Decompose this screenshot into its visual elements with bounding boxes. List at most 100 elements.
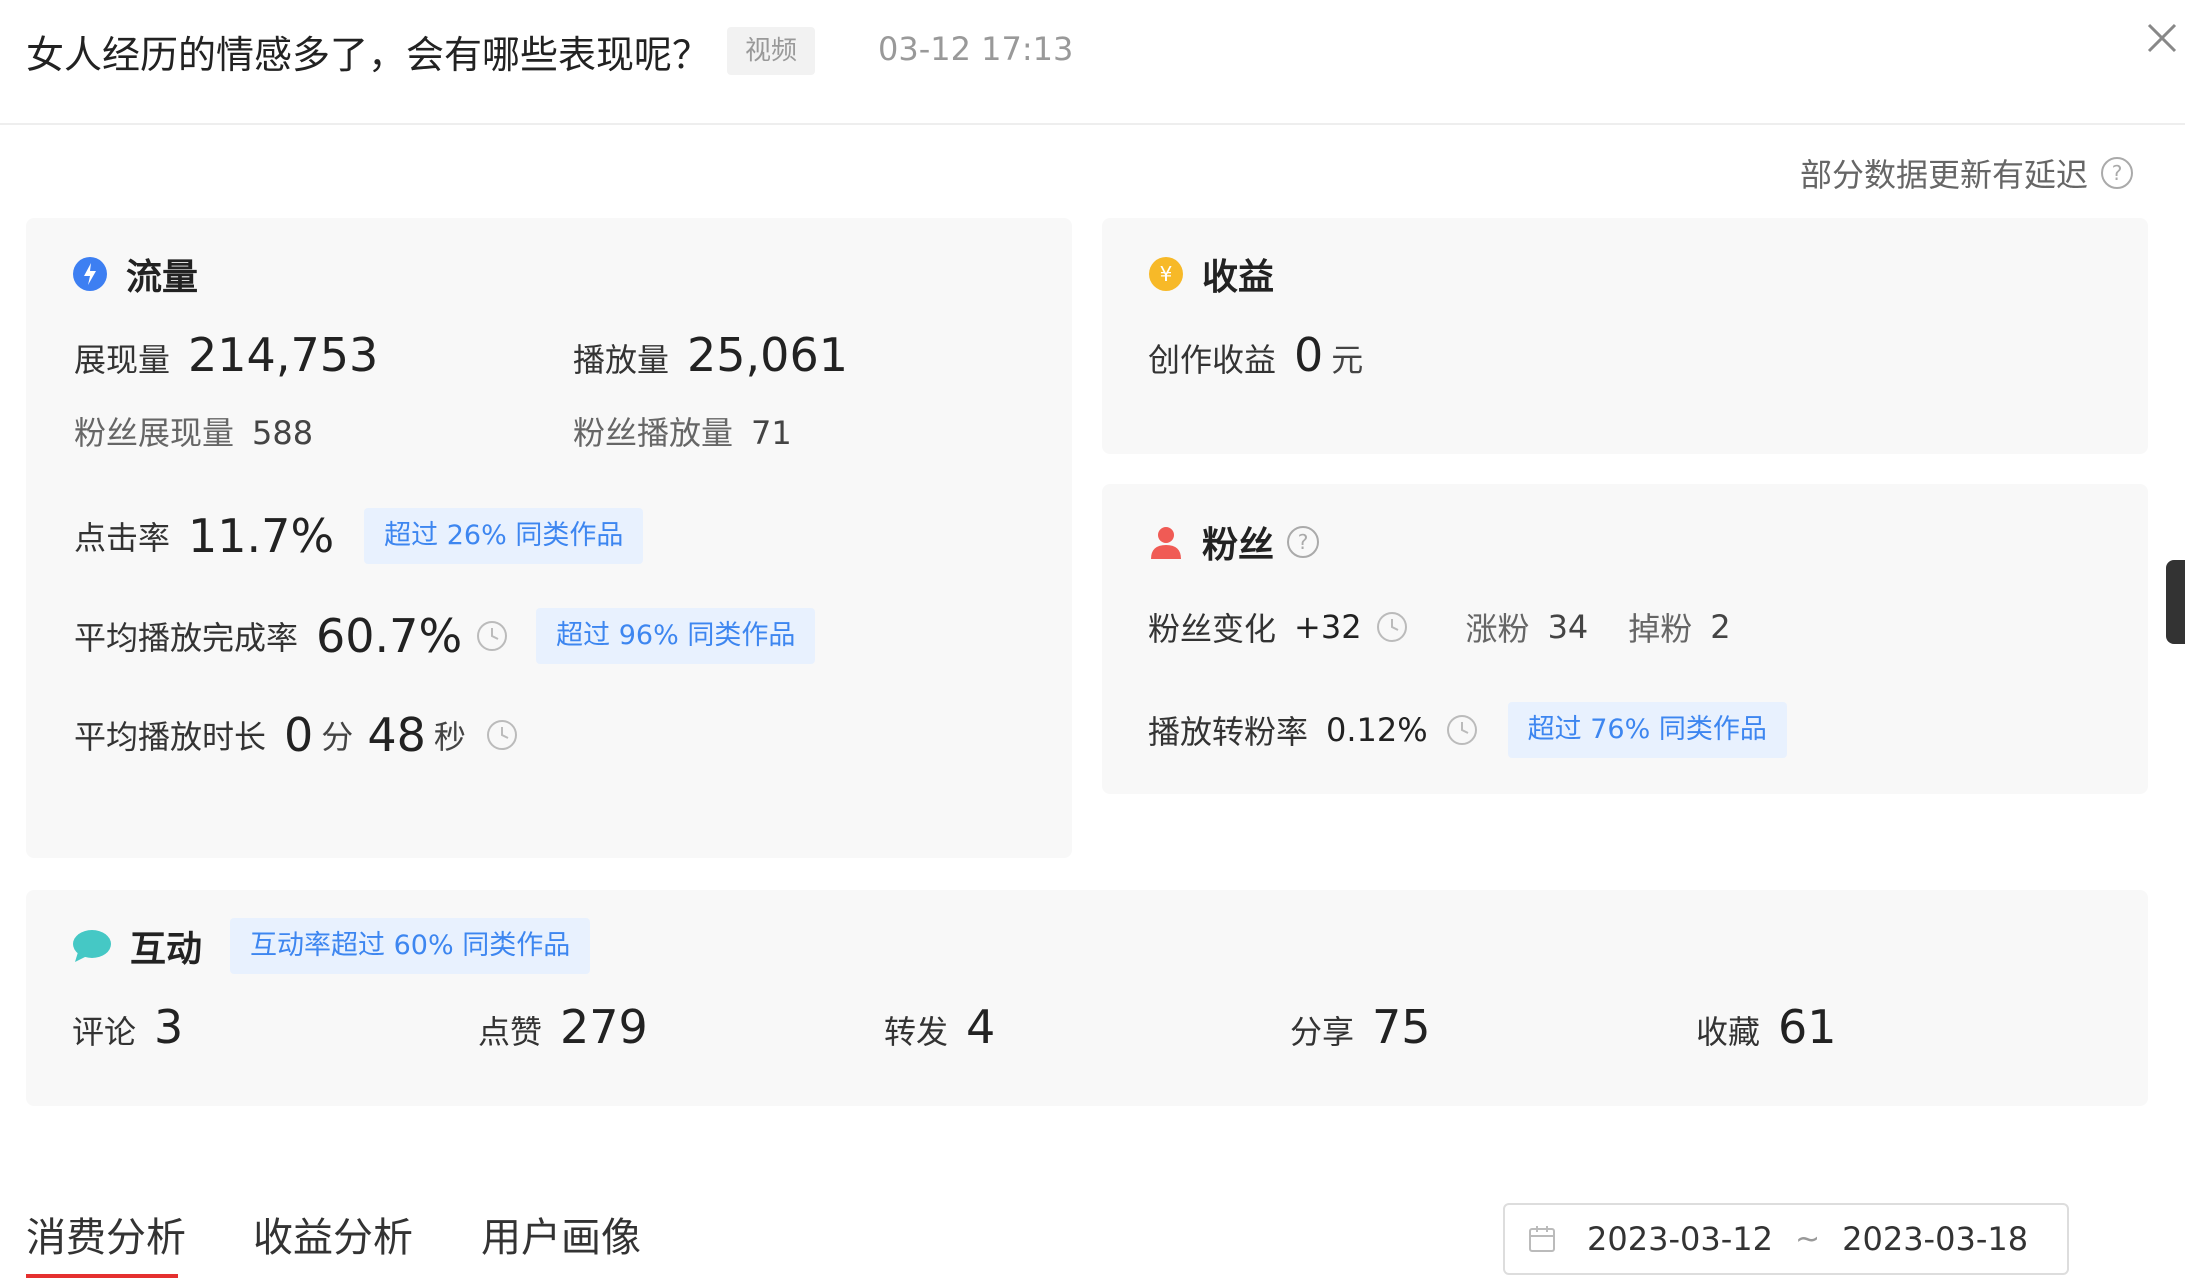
duration-minutes-unit: 分: [321, 718, 354, 756]
publish-datetime: 03-12 17:13: [878, 30, 1074, 68]
svg-text:?: ?: [2112, 161, 2123, 185]
completion-label: 平均播放完成率: [74, 619, 299, 657]
favorites-label: 收藏: [1696, 1013, 1761, 1051]
fans-gain-value: 34: [1547, 608, 1589, 646]
coin-icon: ¥: [1148, 256, 1184, 292]
conversion-label: 播放转粉率: [1148, 713, 1309, 751]
duration-metric: 平均播放时长 0 分 48 秒: [74, 708, 518, 762]
fans-card-title: 粉丝 ?: [1148, 516, 1320, 568]
fans-card: 粉丝 ? 粉丝变化 +32 涨粉 34 掉粉 2 播放转粉率 0.12% 超过 …: [1102, 484, 2148, 794]
user-icon: [1148, 524, 1184, 560]
svg-text:?: ?: [1298, 530, 1309, 554]
interaction-item-likes: 点赞 279: [478, 1000, 648, 1054]
ctr-value: 11.7%: [188, 509, 335, 563]
help-icon[interactable]: ?: [1286, 525, 1320, 559]
tab-income-analysis[interactable]: 收益分析: [253, 1205, 413, 1263]
fan-plays-value: 71: [751, 414, 792, 452]
creation-income-label: 创作收益: [1148, 341, 1277, 379]
comments-value: 3: [154, 1000, 184, 1054]
content-type-tag: 视频: [727, 27, 816, 75]
favorites-value: 61: [1778, 1000, 1837, 1054]
duration-minutes: 0: [284, 708, 314, 762]
side-floating-handle[interactable]: [2166, 560, 2185, 644]
likes-label: 点赞: [478, 1013, 543, 1051]
drop-icon: [72, 256, 108, 292]
fans-title: 粉丝: [1202, 525, 1275, 566]
svg-text:¥: ¥: [1160, 262, 1173, 286]
tab-label: 收益分析: [253, 1215, 413, 1261]
history-clock-icon[interactable]: [1376, 611, 1408, 643]
date-range-picker[interactable]: 2023-03-12 ~ 2023-03-18: [1503, 1203, 2069, 1275]
history-clock-icon[interactable]: [1446, 714, 1478, 746]
shares-value: 75: [1372, 1000, 1431, 1054]
fans-change-row: 粉丝变化 +32 涨粉 34 掉粉 2: [1148, 604, 1731, 650]
shares-label: 分享: [1290, 1013, 1355, 1051]
interaction-card: 互动 互动率超过 60% 同类作品 评论 3 点赞 279 转发 4 分享 75…: [26, 890, 2148, 1106]
active-tab-indicator: [26, 1274, 178, 1278]
history-clock-icon[interactable]: [486, 719, 518, 751]
impressions-metric: 展现量 214,753: [74, 328, 378, 382]
interaction-item-comments: 评论 3: [72, 1000, 183, 1054]
data-delay-notice: 部分数据更新有延迟 ?: [1800, 150, 2134, 196]
date-separator: ~: [1794, 1221, 1821, 1257]
fan-impressions-metric: 粉丝展现量 588: [74, 408, 313, 454]
fans-change-value: +32: [1294, 608, 1362, 646]
completion-value: 60.7%: [316, 609, 463, 663]
conversion-badge: 超过 76% 同类作品: [1507, 702, 1787, 758]
close-icon[interactable]: [2144, 20, 2180, 56]
duration-label: 平均播放时长: [74, 718, 267, 756]
ctr-badge: 超过 26% 同类作品: [364, 508, 644, 564]
duration-seconds-unit: 秒: [433, 718, 466, 756]
interaction-item-reposts: 转发 4: [884, 1000, 995, 1054]
date-end[interactable]: 2023-03-18: [1842, 1220, 2028, 1258]
tab-user-profile[interactable]: 用户画像: [481, 1205, 641, 1263]
creation-income-unit: 元: [1331, 341, 1364, 379]
ctr-metric: 点击率 11.7% 超过 26% 同类作品: [74, 508, 644, 564]
fan-impressions-value: 588: [252, 414, 314, 452]
history-clock-icon[interactable]: [476, 620, 508, 652]
data-delay-text: 部分数据更新有延迟: [1800, 156, 2089, 194]
video-title: 女人经历的情感多了，会有哪些表现呢？: [26, 33, 711, 77]
reposts-value: 4: [966, 1000, 996, 1054]
fan-plays-metric: 粉丝播放量 71: [573, 408, 792, 454]
reposts-label: 转发: [884, 1013, 949, 1051]
chat-bubble-icon: [72, 928, 112, 964]
plays-metric: 播放量 25,061: [573, 328, 848, 382]
likes-value: 279: [560, 1000, 648, 1054]
tab-label: 用户画像: [481, 1215, 641, 1261]
fan-plays-label: 粉丝播放量: [573, 414, 734, 452]
income-card: ¥ 收益 创作收益 0 元: [1102, 218, 2148, 454]
fan-impressions-label: 粉丝展现量: [74, 414, 235, 452]
income-title: 收益: [1202, 257, 1275, 298]
date-start[interactable]: 2023-03-12: [1587, 1220, 1773, 1258]
creation-income-metric: 创作收益 0 元: [1148, 328, 1363, 382]
ctr-label: 点击率: [74, 519, 171, 557]
comments-label: 评论: [72, 1013, 137, 1051]
fans-gain-label: 涨粉: [1465, 610, 1530, 648]
creation-income-value: 0: [1294, 328, 1324, 382]
plays-label: 播放量: [573, 341, 670, 379]
completion-badge: 超过 96% 同类作品: [536, 608, 816, 664]
impressions-value: 214,753: [188, 328, 379, 382]
header: 女人经历的情感多了，会有哪些表现呢？ 视频 03-12 17:13: [0, 0, 2185, 125]
tab-consumption-analysis[interactable]: 消费分析: [26, 1205, 186, 1263]
plays-value: 25,061: [687, 328, 848, 382]
calendar-icon: [1527, 1224, 1557, 1254]
interaction-item-shares: 分享 75: [1290, 1000, 1431, 1054]
impressions-label: 展现量: [74, 341, 171, 379]
traffic-title: 流量: [126, 257, 199, 298]
interaction-item-favorites: 收藏 61: [1696, 1000, 1837, 1054]
traffic-card-title: 流量: [72, 248, 198, 300]
interaction-card-title: 互动 互动率超过 60% 同类作品: [72, 918, 591, 974]
duration-seconds: 48: [367, 708, 426, 762]
traffic-card: 流量 展现量 214,753 播放量 25,061 粉丝展现量 588 粉丝播放…: [26, 218, 1072, 858]
tab-label: 消费分析: [26, 1215, 186, 1261]
fans-loss-label: 掉粉: [1628, 610, 1693, 648]
help-icon[interactable]: ?: [2100, 156, 2134, 190]
interaction-title: 互动: [130, 929, 203, 970]
completion-metric: 平均播放完成率 60.7% 超过 96% 同类作品: [74, 608, 816, 664]
conversion-value: 0.12%: [1326, 711, 1428, 749]
fans-loss-value: 2: [1710, 608, 1731, 646]
fans-conversion-row: 播放转粉率 0.12% 超过 76% 同类作品: [1148, 702, 1787, 758]
interaction-badge: 互动率超过 60% 同类作品: [230, 918, 591, 974]
